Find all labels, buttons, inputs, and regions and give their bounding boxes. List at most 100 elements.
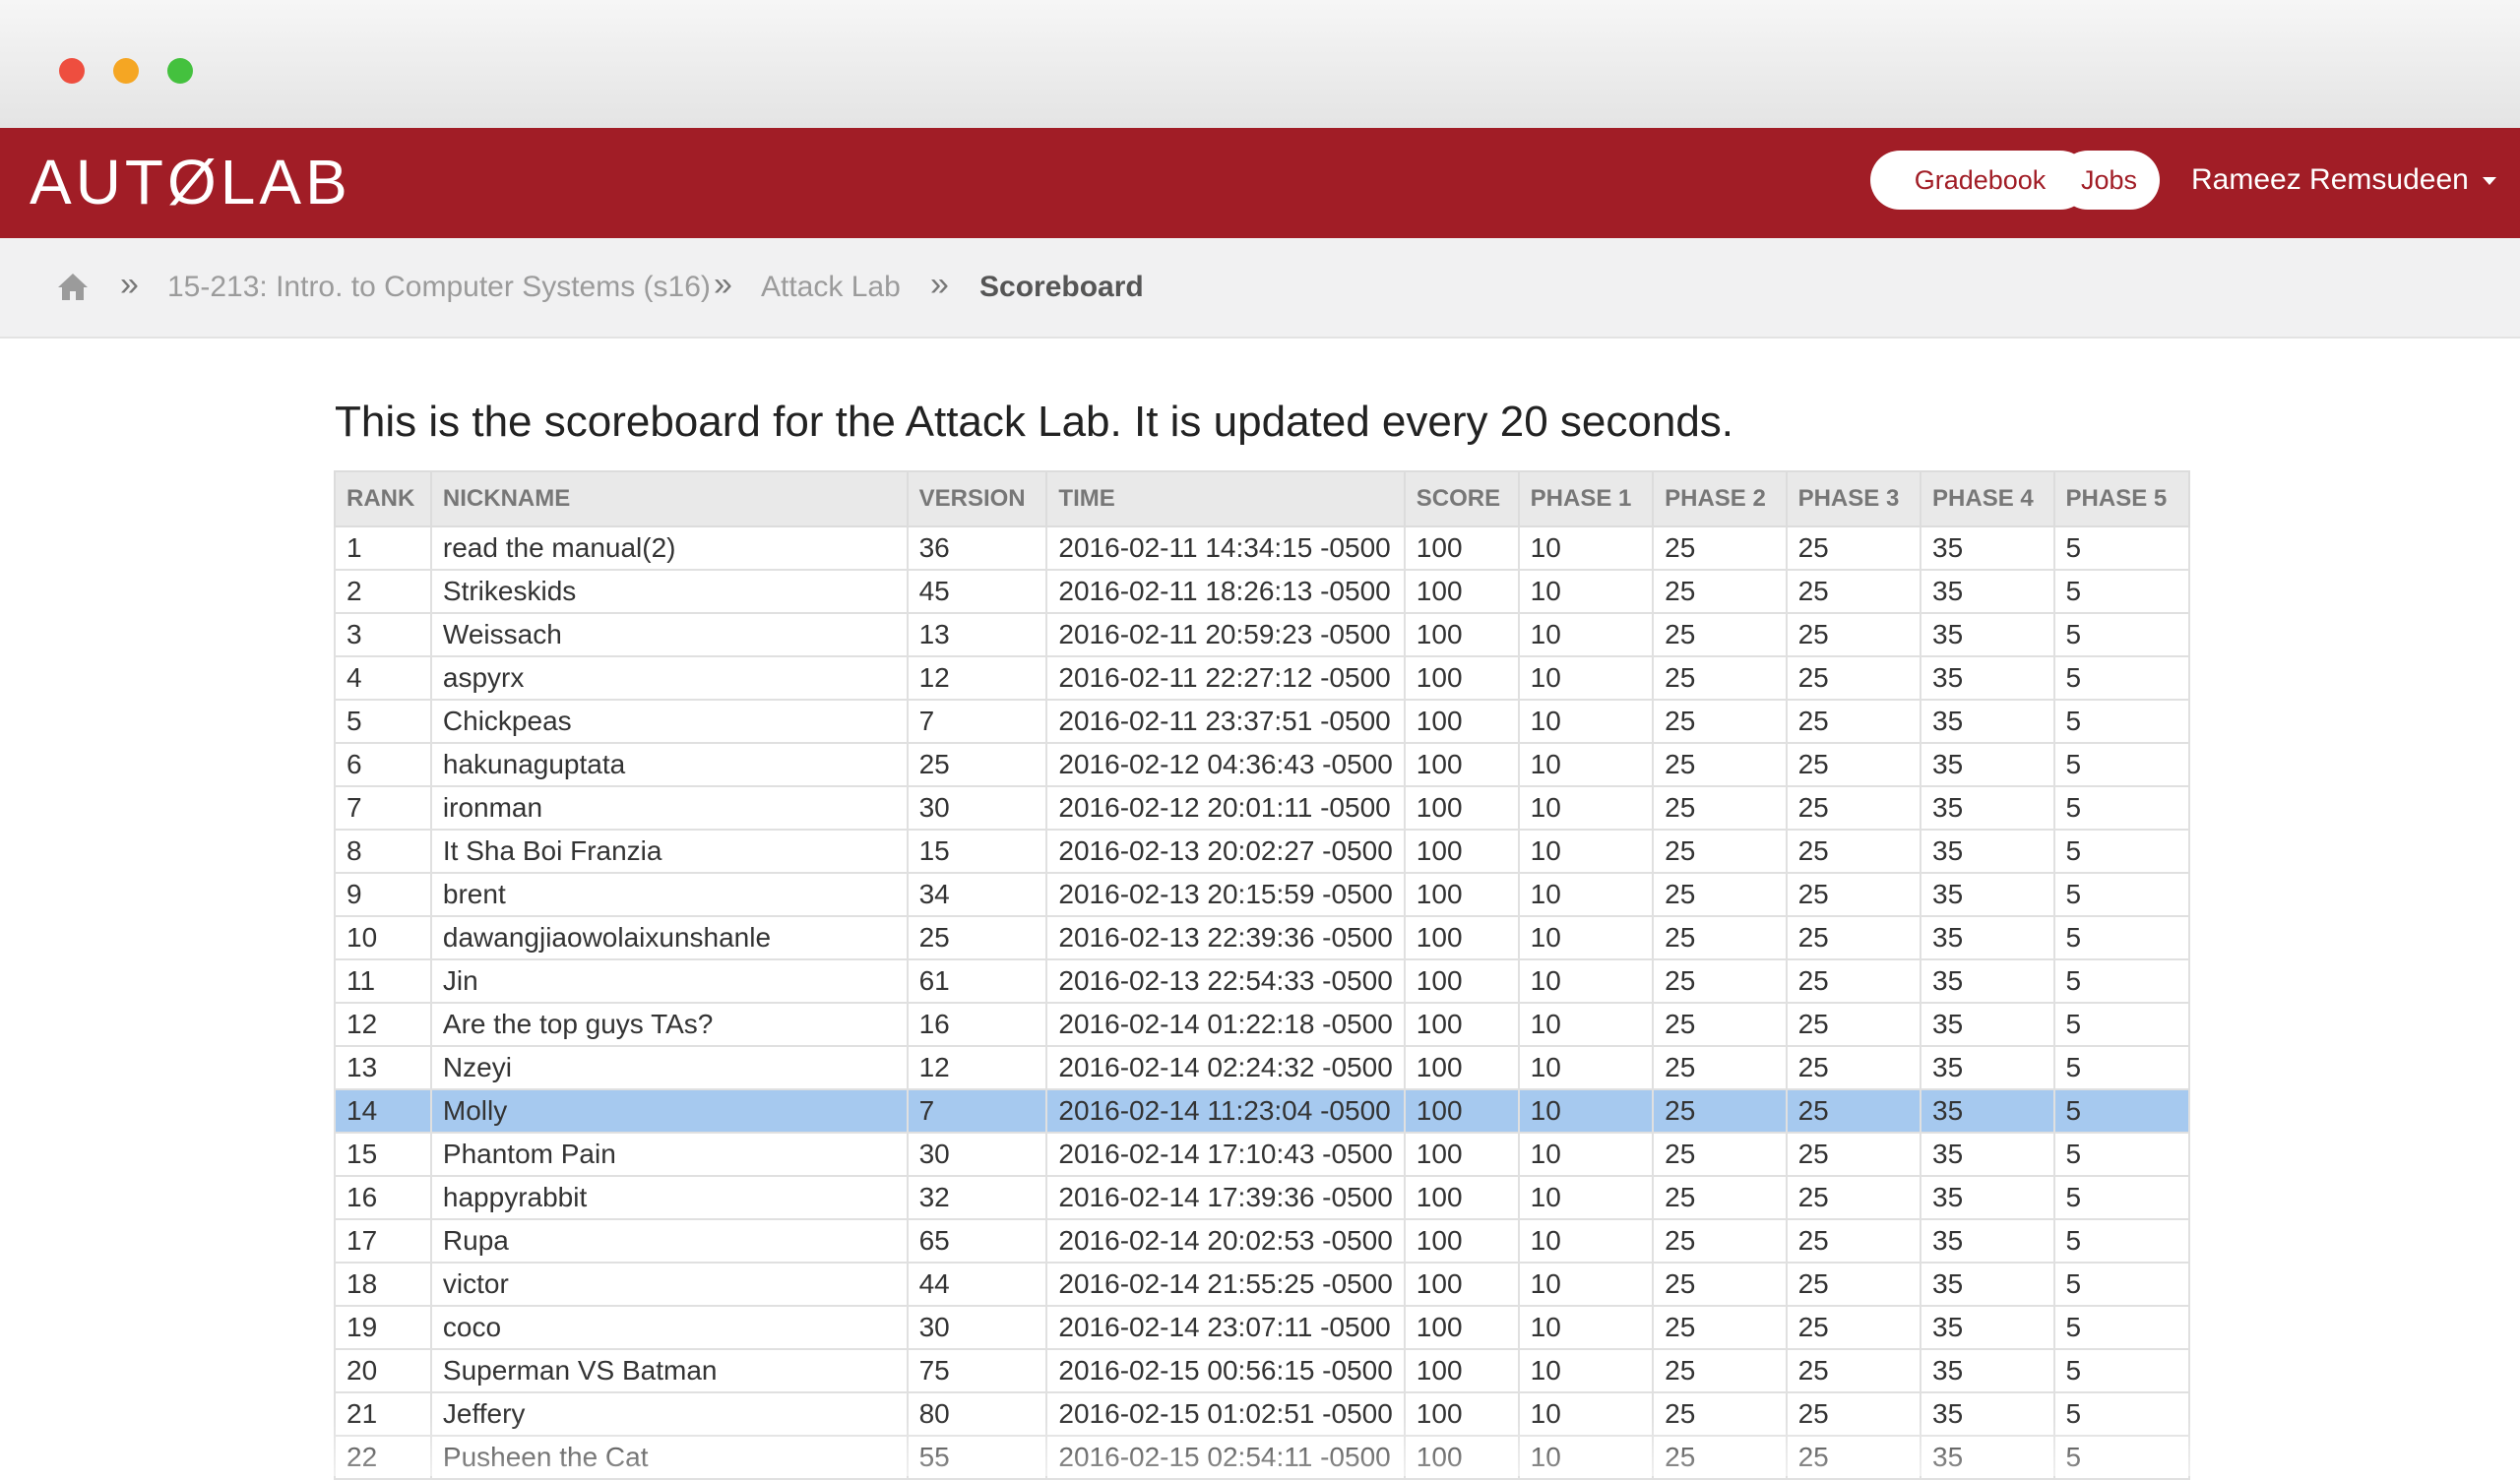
table-cell: 25: [1785, 1045, 1922, 1090]
autolab-logo[interactable]: AUTØLAB: [30, 150, 351, 215]
table-cell: 10: [1517, 655, 1655, 701]
table-cell: 2016-02-15 02:54:11 -0500: [1045, 1435, 1406, 1480]
table-cell: 7: [906, 1088, 1048, 1134]
close-window-button[interactable]: [59, 58, 85, 84]
table-cell: 35: [1920, 1218, 2055, 1264]
table-cell: 35: [1920, 1002, 2055, 1047]
table-cell: 2016-02-11 22:27:12 -0500: [1045, 655, 1406, 701]
window-titlebar: [0, 0, 2520, 128]
table-cell: hakunaguptata: [429, 742, 909, 787]
table-cell: Jeffery: [429, 1391, 909, 1437]
table-cell: 100: [1403, 525, 1520, 571]
jobs-button[interactable]: Jobs: [2058, 151, 2160, 210]
table-cell: 35: [1920, 569, 2055, 614]
table-cell: victor: [429, 1262, 909, 1307]
table-cell: 35: [1920, 1435, 2055, 1480]
table-cell: aspyrx: [429, 655, 909, 701]
column-header[interactable]: RANK: [334, 470, 432, 527]
table-cell: 25: [1652, 1305, 1788, 1350]
breadcrumb-assessment-link[interactable]: Attack Lab: [761, 271, 901, 304]
table-cell: 20: [334, 1348, 432, 1393]
table-cell: 35: [1920, 699, 2055, 744]
table-cell: 25: [1785, 569, 1922, 614]
table-cell: 25: [1652, 1088, 1788, 1134]
table-cell: 10: [1517, 525, 1655, 571]
table-cell: 25: [1652, 742, 1788, 787]
table-cell: 35: [1920, 785, 2055, 831]
table-cell: 2016-02-13 20:15:59 -0500: [1045, 872, 1406, 917]
table-row: 12 Are the top guys TAs? 16 2016-02-14 01:2…: [334, 1002, 2191, 1047]
table-cell: 5: [2052, 612, 2191, 657]
table-cell: 18: [334, 1262, 432, 1307]
table-cell: 2016-02-11 20:59:23 -0500: [1045, 612, 1406, 657]
table-cell: 25: [1785, 1391, 1922, 1437]
table-cell: 25: [1652, 569, 1788, 614]
table-cell: 5: [2052, 1435, 2191, 1480]
table-cell: 25: [1652, 958, 1788, 1004]
table-cell: 10: [1517, 958, 1655, 1004]
table-cell: 13: [334, 1045, 432, 1090]
column-header[interactable]: SCORE: [1403, 470, 1520, 527]
home-icon[interactable]: [57, 272, 89, 301]
table-cell: 100: [1403, 655, 1520, 701]
table-cell: Superman VS Batman: [429, 1348, 909, 1393]
table-cell: 25: [1652, 915, 1788, 960]
table-cell: 2016-02-14 20:02:53 -0500: [1045, 1218, 1406, 1264]
table-cell: 35: [1920, 1132, 2055, 1177]
gradebook-button[interactable]: Gradebook: [1870, 151, 2090, 210]
table-cell: 25: [1652, 699, 1788, 744]
table-cell: Jin: [429, 958, 909, 1004]
table-cell: 2016-02-12 20:01:11 -0500: [1045, 785, 1406, 831]
table-cell: 5: [2052, 1305, 2191, 1350]
table-cell: 15: [906, 829, 1048, 874]
table-cell: 25: [1652, 1218, 1788, 1264]
table-cell: 5: [2052, 1088, 2191, 1134]
table-cell: 100: [1403, 1305, 1520, 1350]
column-header[interactable]: PHASE 3: [1785, 470, 1922, 527]
table-cell: 2016-02-14 02:24:32 -0500: [1045, 1045, 1406, 1090]
table-cell: 10: [1517, 569, 1655, 614]
table-cell: 25: [1785, 1088, 1922, 1134]
table-cell: 100: [1403, 1002, 1520, 1047]
user-menu-dropdown[interactable]: Rameez Remsudeen: [2191, 151, 2496, 210]
table-cell: 25: [1785, 742, 1922, 787]
table-cell: 25: [1785, 829, 1922, 874]
table-cell: 100: [1403, 1132, 1520, 1177]
column-header[interactable]: VERSION: [906, 470, 1048, 527]
table-cell: 5: [2052, 829, 2191, 874]
column-header[interactable]: TIME: [1045, 470, 1406, 527]
top-navbar: AUTØLAB Gradebook Jobs Rameez Remsudeen: [0, 128, 2520, 238]
column-header[interactable]: NICKNAME: [429, 470, 909, 527]
table-row: 14 Molly 7 2016-02-14 11:23:04 -0500 100 10 25…: [334, 1088, 2191, 1134]
breadcrumb-course-link[interactable]: 15-213: Intro. to Computer Systems (s16): [167, 271, 711, 304]
table-cell: 100: [1403, 612, 1520, 657]
table-row: 13 Nzeyi 12 2016-02-14 02:24:32 -0500 100 10 2…: [334, 1045, 2191, 1090]
column-header[interactable]: PHASE 2: [1652, 470, 1788, 527]
table-cell: 34: [906, 872, 1048, 917]
table-cell: 35: [1920, 655, 2055, 701]
column-header[interactable]: PHASE 1: [1517, 470, 1655, 527]
table-cell: 10: [1517, 1435, 1655, 1480]
table-cell: dawangjiaowolaixunshanle: [429, 915, 909, 960]
table-cell: 5: [2052, 1262, 2191, 1307]
table-cell: It Sha Boi Franzia: [429, 829, 909, 874]
table-cell: 25: [1785, 612, 1922, 657]
maximize-window-button[interactable]: [167, 58, 193, 84]
table-cell: 100: [1403, 1175, 1520, 1220]
table-cell: 5: [2052, 655, 2191, 701]
column-header[interactable]: PHASE 4: [1920, 470, 2055, 527]
table-cell: 2016-02-15 00:56:15 -0500: [1045, 1348, 1406, 1393]
table-cell: 100: [1403, 1391, 1520, 1437]
table-cell: 10: [1517, 742, 1655, 787]
table-cell: Weissach: [429, 612, 909, 657]
column-header[interactable]: PHASE 5: [2052, 470, 2191, 527]
table-cell: 100: [1403, 1218, 1520, 1264]
table-cell: 100: [1403, 569, 1520, 614]
table-cell: 30: [906, 1132, 1048, 1177]
minimize-window-button[interactable]: [113, 58, 139, 84]
table-row: 1 read the manual(2) 36 2016-02-11 14:34:15…: [334, 525, 2191, 571]
table-cell: 100: [1403, 1348, 1520, 1393]
table-cell: 35: [1920, 872, 2055, 917]
table-cell: 16: [334, 1175, 432, 1220]
table-cell: 10: [1517, 612, 1655, 657]
